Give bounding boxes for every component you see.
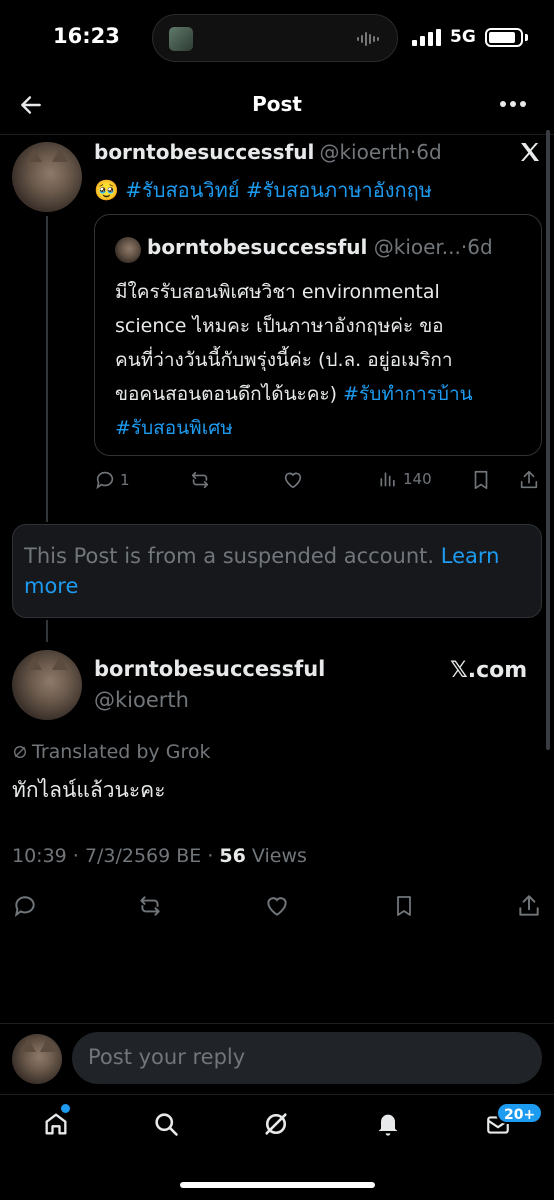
reply-input[interactable]: Post your reply bbox=[72, 1032, 542, 1084]
repost-button[interactable] bbox=[188, 469, 212, 491]
author-handle[interactable]: @kioerth bbox=[319, 140, 409, 164]
heart-icon bbox=[284, 472, 302, 489]
quoted-author-line: borntobesuccessful @kioer...·6d bbox=[147, 235, 493, 259]
messages-badge: 20+ bbox=[496, 1102, 544, 1124]
analytics-icon bbox=[380, 472, 395, 487]
reply-icon bbox=[96, 471, 114, 490]
quoted-author-name: borntobesuccessful bbox=[147, 235, 368, 259]
quoted-author-handle: @kioer... bbox=[373, 235, 461, 259]
suspended-text: This Post is from a suspended account. bbox=[24, 544, 435, 568]
grok-icon bbox=[14, 746, 26, 758]
bookmark-button[interactable] bbox=[470, 469, 492, 491]
network-type: 5G bbox=[450, 27, 476, 47]
nav-divider bbox=[0, 1094, 554, 1095]
grok-icon bbox=[265, 1113, 287, 1135]
quoted-avatar bbox=[115, 237, 141, 263]
bookmark-icon bbox=[397, 896, 411, 916]
nav-home[interactable] bbox=[42, 1110, 70, 1138]
post-age: 6d bbox=[416, 140, 442, 164]
page-title: Post bbox=[252, 92, 302, 116]
my-avatar[interactable] bbox=[12, 1034, 62, 1084]
post-author-line: borntobesuccessful @kioerth·6d bbox=[94, 140, 442, 164]
thread-line bbox=[46, 216, 48, 522]
repost-icon bbox=[140, 896, 160, 916]
author-name[interactable]: borntobesuccessful bbox=[94, 657, 325, 681]
home-notification-dot bbox=[61, 1104, 70, 1113]
author-handle[interactable]: @kioerth bbox=[94, 688, 189, 712]
status-time: 16:23 bbox=[53, 24, 120, 48]
share-button[interactable] bbox=[518, 469, 540, 491]
views-button[interactable]: 140 bbox=[378, 469, 432, 489]
dynamic-island[interactable] bbox=[152, 14, 398, 62]
bookmark-button[interactable] bbox=[392, 893, 416, 919]
bookmark-icon bbox=[474, 470, 488, 490]
emoji: 🥹 bbox=[94, 178, 119, 202]
thread-line bbox=[46, 620, 48, 642]
cellular-signal-icon bbox=[412, 29, 442, 47]
quoted-post-text: มีใครรับสอนพิเศษวิชา environmental scien… bbox=[115, 275, 525, 445]
home-icon bbox=[45, 1113, 67, 1135]
hashtag-link[interactable]: #รับทำการบ้าน bbox=[343, 383, 472, 405]
more-options-icon[interactable] bbox=[499, 100, 527, 108]
home-indicator[interactable] bbox=[180, 1182, 375, 1188]
translation-label[interactable]: Translated by Grok bbox=[12, 741, 210, 763]
header-divider bbox=[0, 134, 554, 135]
reply-button[interactable]: 1 bbox=[94, 469, 130, 491]
quoted-text-line: คนที่ว่างวันนี้กับพรุ่งนี้ค่ะ (ป.ล. อยู่… bbox=[115, 349, 453, 371]
x-logo-icon[interactable] bbox=[518, 140, 542, 164]
share-icon bbox=[520, 470, 538, 489]
hashtag-link[interactable]: #รับสอนพิเศษ bbox=[115, 417, 233, 439]
hashtag-link[interactable]: #รับสอนภาษาอังกฤษ bbox=[246, 178, 432, 202]
post-text: ทักไลน์แล้วนะคะ bbox=[12, 778, 166, 802]
avatar[interactable] bbox=[12, 142, 82, 212]
share-button[interactable] bbox=[516, 893, 542, 919]
view-count: 140 bbox=[403, 470, 432, 488]
battery-icon bbox=[485, 28, 523, 47]
quoted-post-age: 6d bbox=[467, 235, 493, 259]
author-name[interactable]: borntobesuccessful bbox=[94, 140, 314, 164]
nav-notifications[interactable] bbox=[374, 1110, 402, 1138]
quoted-text-line: ขอคนสอนตอนดึกได้นะคะ) bbox=[115, 383, 338, 405]
source-link[interactable]: 𝕏.com bbox=[450, 658, 527, 683]
like-button[interactable] bbox=[264, 893, 290, 919]
views-label: Views bbox=[245, 845, 307, 867]
repost-button[interactable] bbox=[136, 893, 164, 919]
bell-icon bbox=[378, 1114, 398, 1136]
share-icon bbox=[519, 895, 539, 916]
search-icon bbox=[155, 1113, 178, 1136]
view-count[interactable]: 56 bbox=[219, 845, 245, 867]
now-playing-thumbnail bbox=[169, 27, 193, 51]
battery-tip bbox=[525, 34, 528, 41]
audio-wave-icon bbox=[357, 31, 381, 47]
like-button[interactable] bbox=[282, 469, 304, 491]
reply-button[interactable] bbox=[12, 893, 38, 919]
scrollbar[interactable] bbox=[546, 130, 550, 750]
suspended-notice: This Post is from a suspended account. L… bbox=[12, 524, 542, 618]
repost-icon bbox=[191, 471, 209, 489]
quoted-text-line: มีใครรับสอนพิเศษวิชา environmental bbox=[115, 281, 440, 303]
nav-grok[interactable] bbox=[262, 1110, 290, 1138]
post-meta: 10:39 · 7/3/2569 BE · 56 Views bbox=[12, 845, 307, 867]
translated-by-text: Translated by Grok bbox=[32, 741, 211, 763]
reply-count: 1 bbox=[120, 471, 130, 489]
post-body: 🥹 #รับสอนวิทย์ #รับสอนภาษาอังกฤษ bbox=[94, 174, 432, 206]
post-timestamp: 10:39 · 7/3/2569 BE · bbox=[12, 845, 220, 867]
composer-divider bbox=[0, 1023, 554, 1024]
reply-icon bbox=[14, 896, 35, 917]
hashtag-link[interactable]: #รับสอนวิทย์ bbox=[125, 178, 239, 202]
quoted-post[interactable]: borntobesuccessful @kioer...·6d มีใครรับ… bbox=[94, 214, 542, 456]
heart-icon bbox=[267, 897, 287, 916]
quoted-text-line: science ไหมคะ เป็นภาษาอังกฤษค่ะ ขอ bbox=[115, 315, 444, 337]
nav-search[interactable] bbox=[152, 1110, 180, 1138]
avatar[interactable] bbox=[12, 650, 82, 720]
